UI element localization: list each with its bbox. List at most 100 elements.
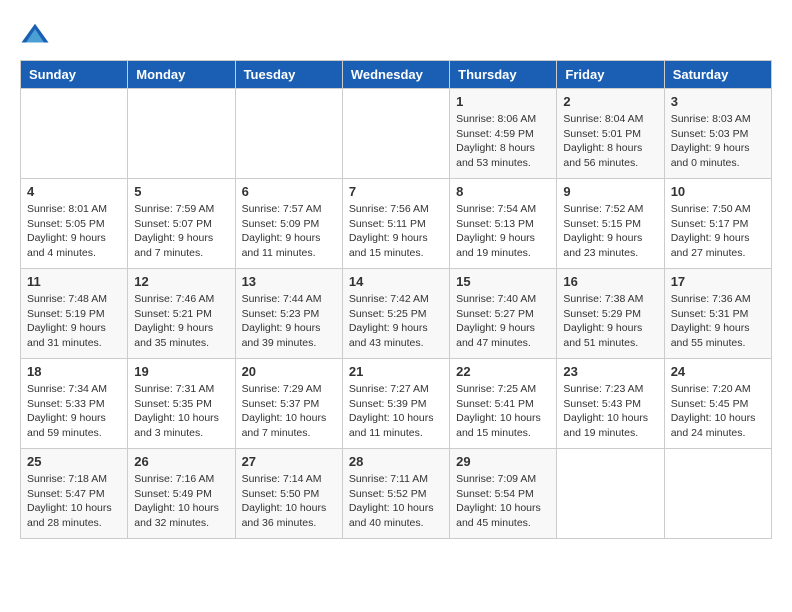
day-number: 18 — [27, 364, 121, 379]
day-number: 27 — [242, 454, 336, 469]
day-info: Sunrise: 7:29 AM Sunset: 5:37 PM Dayligh… — [242, 382, 336, 441]
calendar-cell: 4 Sunrise: 8:01 AM Sunset: 5:05 PM Daylig… — [21, 179, 128, 269]
calendar-cell: 29 Sunrise: 7:09 AM Sunset: 5:54 PM Dayli… — [450, 449, 557, 539]
calendar-cell: 3 Sunrise: 8:03 AM Sunset: 5:03 PM Daylig… — [664, 89, 771, 179]
calendar-cell: 6 Sunrise: 7:57 AM Sunset: 5:09 PM Daylig… — [235, 179, 342, 269]
calendar-cell: 11 Sunrise: 7:48 AM Sunset: 5:19 PM Dayli… — [21, 269, 128, 359]
calendar-cell — [664, 449, 771, 539]
day-number: 13 — [242, 274, 336, 289]
calendar-cell: 17Sunrise: 7:36 AM Sunset: 5:31 PM Dayli… — [664, 269, 771, 359]
day-info: Sunrise: 7:42 AM Sunset: 5:25 PM Dayligh… — [349, 292, 443, 351]
calendar-cell: 19Sunrise: 7:31 AM Sunset: 5:35 PM Dayli… — [128, 359, 235, 449]
day-info: Sunrise: 7:48 AM Sunset: 5:19 PM Dayligh… — [27, 292, 121, 351]
day-number: 25 — [27, 454, 121, 469]
day-number: 5 — [134, 184, 228, 199]
calendar-cell — [342, 89, 449, 179]
calendar-cell: 23 Sunrise: 7:23 AM Sunset: 5:43 PM Dayli… — [557, 359, 664, 449]
day-info: Sunrise: 7:20 AM Sunset: 5:45 PM Dayligh… — [671, 382, 765, 441]
calendar-cell: 22Sunrise: 7:25 AM Sunset: 5:41 PM Dayli… — [450, 359, 557, 449]
day-info: Sunrise: 7:54 AM Sunset: 5:13 PM Dayligh… — [456, 202, 550, 261]
header-cell-monday: Monday — [128, 61, 235, 89]
day-info: Sunrise: 7:40 AM Sunset: 5:27 PM Dayligh… — [456, 292, 550, 351]
day-number: 8 — [456, 184, 550, 199]
calendar-cell: 28 Sunrise: 7:11 AM Sunset: 5:52 PM Dayli… — [342, 449, 449, 539]
day-number: 9 — [563, 184, 657, 199]
day-info: Sunrise: 7:44 AM Sunset: 5:23 PM Dayligh… — [242, 292, 336, 351]
header-row: SundayMondayTuesdayWednesdayThursdayFrid… — [21, 61, 772, 89]
calendar-cell: 15 Sunrise: 7:40 AM Sunset: 5:27 PM Dayli… — [450, 269, 557, 359]
day-info: Sunrise: 8:01 AM Sunset: 5:05 PM Dayligh… — [27, 202, 121, 261]
calendar-cell: 16 Sunrise: 7:38 AM Sunset: 5:29 PM Dayli… — [557, 269, 664, 359]
day-info: Sunrise: 7:23 AM Sunset: 5:43 PM Dayligh… — [563, 382, 657, 441]
calendar-cell — [235, 89, 342, 179]
day-number: 23 — [563, 364, 657, 379]
calendar-cell: 24 Sunrise: 7:20 AM Sunset: 5:45 PM Dayli… — [664, 359, 771, 449]
day-number: 21 — [349, 364, 443, 379]
day-number: 6 — [242, 184, 336, 199]
day-number: 16 — [563, 274, 657, 289]
calendar-cell — [21, 89, 128, 179]
day-info: Sunrise: 7:11 AM Sunset: 5:52 PM Dayligh… — [349, 472, 443, 531]
day-info: Sunrise: 7:38 AM Sunset: 5:29 PM Dayligh… — [563, 292, 657, 351]
day-info: Sunrise: 8:03 AM Sunset: 5:03 PM Dayligh… — [671, 112, 765, 171]
day-info: Sunrise: 7:14 AM Sunset: 5:50 PM Dayligh… — [242, 472, 336, 531]
day-number: 3 — [671, 94, 765, 109]
logo — [20, 20, 54, 50]
day-info: Sunrise: 7:56 AM Sunset: 5:11 PM Dayligh… — [349, 202, 443, 261]
day-number: 19 — [134, 364, 228, 379]
day-number: 24 — [671, 364, 765, 379]
calendar-body: 1 Sunrise: 8:06 AM Sunset: 4:59 PM Daylig… — [21, 89, 772, 539]
day-info: Sunrise: 7:09 AM Sunset: 5:54 PM Dayligh… — [456, 472, 550, 531]
day-number: 29 — [456, 454, 550, 469]
day-info: Sunrise: 7:18 AM Sunset: 5:47 PM Dayligh… — [27, 472, 121, 531]
calendar-cell: 12Sunrise: 7:46 AM Sunset: 5:21 PM Dayli… — [128, 269, 235, 359]
logo-icon — [20, 20, 50, 50]
day-number: 28 — [349, 454, 443, 469]
day-number: 26 — [134, 454, 228, 469]
day-number: 20 — [242, 364, 336, 379]
calendar-cell: 26 Sunrise: 7:16 AM Sunset: 5:49 PM Dayli… — [128, 449, 235, 539]
calendar-cell: 9 Sunrise: 7:52 AM Sunset: 5:15 PM Daylig… — [557, 179, 664, 269]
day-info: Sunrise: 7:27 AM Sunset: 5:39 PM Dayligh… — [349, 382, 443, 441]
calendar-cell: 21 Sunrise: 7:27 AM Sunset: 5:39 PM Dayli… — [342, 359, 449, 449]
day-number: 11 — [27, 274, 121, 289]
day-number: 2 — [563, 94, 657, 109]
header-cell-tuesday: Tuesday — [235, 61, 342, 89]
calendar-cell: 20 Sunrise: 7:29 AM Sunset: 5:37 PM Dayli… — [235, 359, 342, 449]
calendar-cell: 7 Sunrise: 7:56 AM Sunset: 5:11 PM Daylig… — [342, 179, 449, 269]
day-number: 14 — [349, 274, 443, 289]
day-info: Sunrise: 7:59 AM Sunset: 5:07 PM Dayligh… — [134, 202, 228, 261]
day-info: Sunrise: 7:57 AM Sunset: 5:09 PM Dayligh… — [242, 202, 336, 261]
calendar-cell: 27 Sunrise: 7:14 AM Sunset: 5:50 PM Dayli… — [235, 449, 342, 539]
header-cell-sunday: Sunday — [21, 61, 128, 89]
calendar-cell: 13 Sunrise: 7:44 AM Sunset: 5:23 PM Dayli… — [235, 269, 342, 359]
calendar-cell: 14 Sunrise: 7:42 AM Sunset: 5:25 PM Dayli… — [342, 269, 449, 359]
header-cell-thursday: Thursday — [450, 61, 557, 89]
header-cell-saturday: Saturday — [664, 61, 771, 89]
calendar-cell: 8 Sunrise: 7:54 AM Sunset: 5:13 PM Daylig… — [450, 179, 557, 269]
week-row-1: 4 Sunrise: 8:01 AM Sunset: 5:05 PM Daylig… — [21, 179, 772, 269]
day-number: 22 — [456, 364, 550, 379]
day-number: 4 — [27, 184, 121, 199]
day-info: Sunrise: 7:52 AM Sunset: 5:15 PM Dayligh… — [563, 202, 657, 261]
calendar-cell — [128, 89, 235, 179]
header-cell-friday: Friday — [557, 61, 664, 89]
day-number: 15 — [456, 274, 550, 289]
week-row-2: 11 Sunrise: 7:48 AM Sunset: 5:19 PM Dayli… — [21, 269, 772, 359]
day-info: Sunrise: 7:16 AM Sunset: 5:49 PM Dayligh… — [134, 472, 228, 531]
day-info: Sunrise: 8:04 AM Sunset: 5:01 PM Dayligh… — [563, 112, 657, 171]
day-number: 7 — [349, 184, 443, 199]
week-row-3: 18 Sunrise: 7:34 AM Sunset: 5:33 PM Dayli… — [21, 359, 772, 449]
day-number: 1 — [456, 94, 550, 109]
calendar-cell — [557, 449, 664, 539]
day-info: Sunrise: 8:06 AM Sunset: 4:59 PM Dayligh… — [456, 112, 550, 171]
calendar-cell: 1 Sunrise: 8:06 AM Sunset: 4:59 PM Daylig… — [450, 89, 557, 179]
calendar-cell: 5 Sunrise: 7:59 AM Sunset: 5:07 PM Daylig… — [128, 179, 235, 269]
week-row-4: 25 Sunrise: 7:18 AM Sunset: 5:47 PM Dayli… — [21, 449, 772, 539]
calendar-cell: 25 Sunrise: 7:18 AM Sunset: 5:47 PM Dayli… — [21, 449, 128, 539]
calendar-table: SundayMondayTuesdayWednesdayThursdayFrid… — [20, 60, 772, 539]
day-number: 17 — [671, 274, 765, 289]
calendar-cell: 10Sunrise: 7:50 AM Sunset: 5:17 PM Dayli… — [664, 179, 771, 269]
day-info: Sunrise: 7:34 AM Sunset: 5:33 PM Dayligh… — [27, 382, 121, 441]
page-header — [20, 20, 772, 50]
